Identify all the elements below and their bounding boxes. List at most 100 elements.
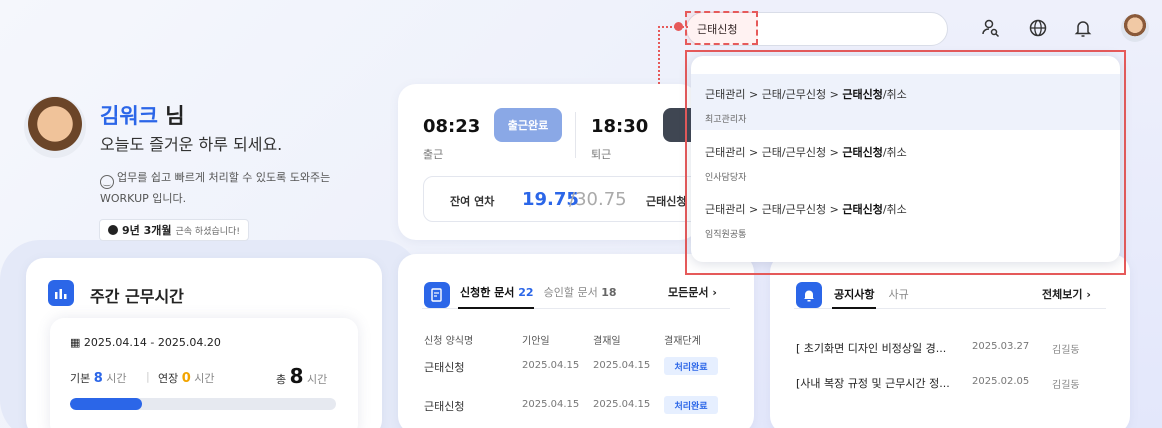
leave-label: 잔여 연차 (450, 195, 495, 208)
globe-icon[interactable] (1025, 15, 1051, 41)
tab-approve-label: 승인할 문서 (543, 286, 598, 299)
result-path-prefix: 근태관리 > 근태/근무신청 > (705, 146, 843, 159)
total-hours: 총 8 시간 (276, 364, 327, 388)
overtime-label: 연장 (158, 372, 179, 385)
search-result-item[interactable]: 근태관리 > 근태/근무신청 > 근태신청/취소 임직원공통 (691, 189, 1120, 245)
overtime-value: 0 (181, 371, 191, 386)
result-scope: 임직원공통 (705, 230, 747, 240)
notice-tabs: 공지사항 사규 (834, 286, 909, 302)
chevron-right-icon: › (712, 286, 717, 299)
result-path-suffix: /취소 (882, 146, 907, 159)
total-label: 총 (276, 373, 287, 386)
description-line2: WORKUP 입니다. (100, 192, 187, 205)
weekly-hours-card: 주간 근무시간 ▦ 2025.04.14 - 2025.04.20 기본 8 시… (26, 258, 382, 428)
all-documents-label: 모든문서 (668, 286, 709, 299)
total-unit: 시간 (307, 373, 328, 386)
search-result-item[interactable]: 근태관리 > 근태/근무신청 > 근태신청/취소 인사담당자 (691, 132, 1120, 188)
total-value: 8 (289, 364, 304, 388)
col-drafted: 기안일 (522, 336, 550, 347)
search-result-item[interactable]: 근태관리 > 근태/근무신청 > 근태신청/취소 최고관리자 (691, 74, 1120, 130)
bell-icon (796, 282, 822, 308)
bell-icon[interactable] (1070, 15, 1096, 41)
smile-icon: ‿ (100, 175, 114, 189)
name-suffix: 님 (165, 104, 185, 128)
result-path-match: 근태신청 (842, 88, 883, 101)
result-path: 근태관리 > 근태/근무신청 > 근태신청/취소 (705, 86, 907, 102)
user-search-icon[interactable] (978, 15, 1004, 41)
tab-notice[interactable]: 공지사항 (834, 286, 874, 302)
tab-approve[interactable]: 승인할 문서 18 (544, 284, 617, 300)
documents-card: 신청한 문서 22 승인할 문서 18 모든문서 › 신청 양식명 기안일 결재… (398, 254, 754, 428)
col-status: 결재단계 (664, 336, 701, 347)
progress-bar (70, 398, 336, 410)
user-name: 김워크 (100, 104, 158, 128)
leave-request-link[interactable]: 근태신청 (646, 193, 686, 209)
base-label: 기본 (70, 372, 91, 385)
checkin-label: 출근 (423, 148, 444, 161)
tenure-dot-icon (108, 225, 118, 235)
notice-author: 김길동 (1052, 380, 1080, 391)
tab-requested-label: 신청한 문서 (460, 286, 515, 299)
overtime-unit: 시간 (194, 372, 215, 385)
view-all-link[interactable]: 전체보기 › (1042, 286, 1091, 302)
checkin-button[interactable]: 출근완료 (494, 108, 562, 142)
doc-row-approved: 2025.04.15 (593, 360, 651, 371)
col-approved: 결재일 (593, 336, 621, 347)
result-path: 근태관리 > 근태/근무신청 > 근태신청/취소 (705, 201, 907, 217)
notice-title[interactable]: [ 초기화면 디자인 비정상일 경... (796, 340, 964, 356)
doc-row-drafted: 2025.04.15 (522, 360, 580, 371)
profile-description: ‿ 업무를 쉽고 빠르게 처리할 수 있도록 도와주는 WORKUP 입니다. (100, 168, 360, 209)
tab-approve-count: 18 (601, 286, 617, 299)
tenure-badge: 9년 3개월 근속 하셨습니다! (99, 219, 249, 241)
user-avatar[interactable] (1121, 14, 1149, 42)
notice-date: 2025.02.05 (972, 376, 1030, 387)
profile-name: 김워크 님 (100, 100, 185, 130)
doc-row-form[interactable]: 근태신청 (424, 398, 464, 414)
result-scope: 최고관리자 (705, 115, 747, 125)
all-documents-link[interactable]: 모든문서 › (668, 284, 717, 300)
document-tabs: 신청한 문서 22 승인할 문서 18 (460, 284, 617, 300)
profile-avatar (24, 96, 86, 158)
tenure-suffix: 근속 하셨습니다! (175, 226, 240, 237)
doc-row-drafted: 2025.04.15 (522, 399, 580, 410)
annotation-dot (674, 22, 683, 31)
search-highlight-annotation (685, 11, 758, 45)
notice-author: 김길동 (1052, 345, 1080, 356)
base-value: 8 (93, 371, 103, 386)
week-range-text: 2025.04.14 - 2025.04.20 (83, 336, 221, 349)
leave-total: /30.75 (569, 189, 627, 210)
document-edit-icon (424, 282, 450, 308)
week-range: ▦ 2025.04.14 - 2025.04.20 (70, 336, 221, 349)
notice-title[interactable]: [사내 복장 규정 및 근무시간 정... (796, 375, 964, 391)
doc-row-approved: 2025.04.15 (593, 399, 651, 410)
checkout-label: 퇴근 (591, 148, 612, 161)
base-unit: 시간 (106, 372, 127, 385)
doc-row-form[interactable]: 근태신청 (424, 359, 464, 375)
result-scope: 인사담당자 (705, 173, 747, 183)
chart-icon (48, 280, 74, 306)
attendance-card: 08:23 출근 출근완료 18:30 퇴근 잔여 연차 19.75 /30.7… (398, 84, 713, 240)
chevron-right-icon: › (1086, 288, 1091, 301)
calendar-icon: ▦ (70, 336, 81, 349)
result-path-prefix: 근태관리 > 근태/근무신청 > (705, 203, 843, 216)
progress-fill (70, 398, 142, 410)
leave-box: 잔여 연차 19.75 /30.75 근태신청 (423, 176, 713, 222)
tab-requested-count: 22 (518, 286, 534, 299)
stat-divider: | (146, 370, 150, 383)
result-path-prefix: 근태관리 > 근태/근무신청 > (705, 88, 843, 101)
status-badge: 처리완료 (664, 357, 718, 375)
notice-date: 2025.03.27 (972, 341, 1030, 352)
result-path-suffix: /취소 (882, 88, 907, 101)
weekly-summary: ▦ 2025.04.14 - 2025.04.20 기본 8 시간 | 연장 0… (50, 318, 358, 428)
result-path-suffix: /취소 (882, 203, 907, 216)
tab-requested[interactable]: 신청한 문서 22 (460, 284, 534, 300)
base-hours: 기본 8 시간 (70, 370, 127, 386)
description-line1: 업무를 쉽고 빠르게 처리할 수 있도록 도와주는 (117, 171, 331, 184)
greeting-text: 오늘도 즐거운 하루 되세요. (100, 135, 283, 154)
search-results-dropdown: 근태관리 > 근태/근무신청 > 근태신청/취소 최고관리자 근태관리 > 근태… (691, 56, 1120, 262)
col-form: 신청 양식명 (424, 336, 474, 347)
tab-active-indicator (832, 307, 876, 309)
overtime-hours: 연장 0 시간 (158, 370, 215, 386)
view-all-label: 전체보기 (1042, 288, 1083, 301)
tab-company-rules[interactable]: 사규 (888, 286, 908, 302)
